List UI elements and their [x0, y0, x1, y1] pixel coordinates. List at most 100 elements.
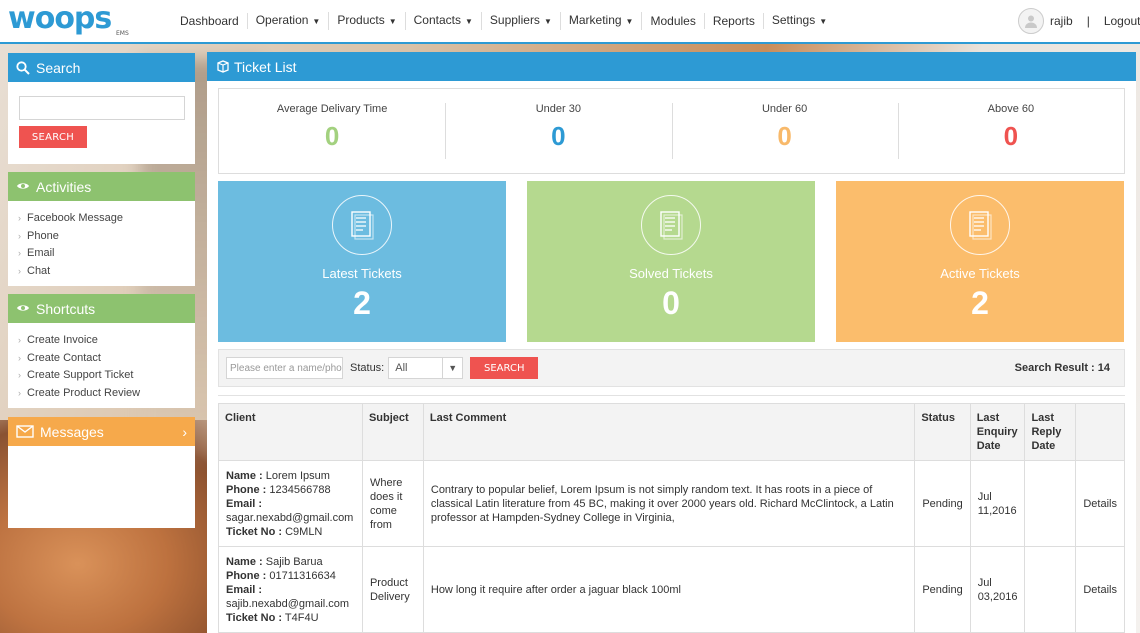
client-phone: 01711316634: [269, 569, 336, 582]
activity-link[interactable]: › Email: [18, 244, 195, 262]
shortcut-label: Create Support Ticket: [27, 369, 134, 382]
main-nav: Dashboard Operation ▼ Products ▼ Contacts ▼…: [172, 0, 835, 42]
caret-down-icon: ▼: [819, 17, 828, 26]
chevron-right-icon: ›: [18, 212, 21, 223]
subject-cell: Where does it come from: [361, 460, 424, 547]
comment-cell: How long it require after order a jaguar…: [422, 546, 916, 633]
shortcuts-panel-title: Shortcuts: [36, 300, 96, 317]
stat-value: 0: [551, 121, 566, 151]
caret-down-icon: ▼: [312, 17, 321, 26]
stat-label: Above 60: [987, 103, 1035, 115]
ticket-list-header: Ticket List: [207, 52, 1136, 81]
col-last-comment[interactable]: Last Comment: [422, 403, 916, 461]
nav-suppliers[interactable]: Suppliers ▼: [482, 12, 561, 30]
shortcut-link[interactable]: › Create Contact: [18, 349, 195, 367]
ticket-list-panel: Ticket List Average Delivary Time 0 Unde…: [207, 52, 1136, 633]
col-status[interactable]: Status: [914, 403, 971, 461]
col-last-enquiry-date[interactable]: Last Enquiry Date: [969, 403, 1026, 461]
field-label: Email :: [226, 497, 263, 510]
col-last-reply-date[interactable]: Last Reply Date: [1024, 403, 1077, 461]
nav-label: Operation: [255, 13, 309, 27]
field-label: Email :: [226, 583, 263, 596]
caret-down-icon: ▼: [543, 17, 552, 26]
field-label: Ticket No :: [226, 611, 283, 624]
activities-list: › Facebook Message › Phone › Email › Chat: [8, 201, 195, 280]
tile-latest-tickets[interactable]: Latest Tickets 2: [218, 181, 506, 342]
stat-under-60: Under 60 0: [671, 89, 898, 173]
nav-label: Modules: [650, 14, 696, 28]
logo-sub: EMS: [116, 30, 129, 37]
nav-products[interactable]: Products ▼: [329, 12, 406, 30]
activity-link[interactable]: › Facebook Message: [18, 209, 195, 227]
tile-label: Latest Tickets: [322, 266, 402, 281]
search-icon: [16, 60, 30, 75]
stat-label: Under 60: [761, 103, 808, 115]
tile-icon-circle: [641, 195, 701, 255]
sidebar-search-button[interactable]: SEARCH: [19, 126, 87, 148]
nav-label: Dashboard: [180, 14, 239, 28]
avatar[interactable]: [1018, 8, 1044, 34]
shortcut-link[interactable]: › Create Support Ticket: [18, 366, 195, 384]
field-label: Name :: [226, 469, 263, 482]
chevron-down-icon: ▼: [442, 358, 462, 378]
username[interactable]: rajib: [1050, 14, 1073, 28]
client-email: sagar.nexabd@gmail.com: [226, 511, 354, 524]
activity-link[interactable]: › Phone: [18, 227, 195, 245]
nav-label: Reports: [712, 14, 755, 28]
chevron-right-icon: ›: [18, 387, 21, 398]
tile-active-tickets[interactable]: Active Tickets 2: [836, 181, 1124, 342]
ticket-filter-bar: Please enter a name/phone Status: All ▼ …: [218, 349, 1125, 387]
nav-contacts[interactable]: Contacts ▼: [406, 12, 482, 30]
logo[interactable]: woops EMS: [8, 4, 134, 38]
tile-solved-tickets[interactable]: Solved Tickets 0: [527, 181, 815, 342]
enquiry-date-cell: Jul 03,2016: [969, 546, 1026, 633]
nav-reports[interactable]: Reports: [705, 13, 764, 29]
status-label: Status:: [350, 362, 385, 374]
ticket-number: T4F4U: [284, 611, 319, 624]
status-select-value: All: [395, 362, 408, 374]
nav-label: Contacts: [413, 13, 461, 27]
details-link[interactable]: Details: [1075, 460, 1125, 547]
col-client[interactable]: Client: [218, 403, 363, 461]
name-phone-search-input[interactable]: Please enter a name/phone: [226, 357, 343, 379]
details-link[interactable]: Details: [1075, 546, 1125, 633]
reply-date-cell: [1024, 546, 1077, 633]
shortcut-label: Create Contact: [27, 351, 101, 364]
document-icon: [969, 211, 992, 240]
chevron-right-icon: ›: [18, 334, 21, 345]
ticket-table: Client Subject Last Comment Status Last …: [218, 403, 1125, 633]
nav-settings[interactable]: Settings ▼: [764, 12, 835, 30]
comment-cell: Contrary to popular belief, Lorem Ipsum …: [422, 460, 916, 547]
eye-icon: [16, 301, 30, 316]
messages-panel-title: Messages: [40, 423, 104, 440]
shortcut-link[interactable]: › Create Invoice: [18, 331, 195, 349]
messages-panel: Messages ›: [8, 417, 195, 528]
nav-operation[interactable]: Operation ▼: [248, 12, 330, 30]
table-row: Name : Sajib Barua Phone : 01711316634 E…: [218, 546, 1125, 633]
activity-link[interactable]: › Chat: [18, 262, 195, 280]
nav-label: Products: [337, 13, 385, 27]
caret-down-icon: ▼: [625, 17, 634, 26]
activity-label: Email: [27, 247, 55, 260]
status-select[interactable]: All ▼: [388, 357, 464, 379]
document-icon: [660, 211, 683, 240]
col-subject[interactable]: Subject: [361, 403, 424, 461]
chevron-right-icon: ›: [18, 352, 21, 363]
sidebar-search-input[interactable]: [19, 96, 185, 120]
logout-link[interactable]: Logout: [1104, 14, 1140, 28]
shortcut-link[interactable]: › Create Product Review: [18, 384, 195, 402]
client-cell: Name : Sajib Barua Phone : 01711316634 E…: [218, 546, 363, 633]
nav-dashboard[interactable]: Dashboard: [172, 13, 248, 29]
messages-panel-header[interactable]: Messages ›: [8, 417, 195, 446]
subject-cell: Product Delivery: [361, 546, 424, 633]
ticket-search-button[interactable]: SEARCH: [470, 357, 539, 379]
client-phone: 1234566788: [269, 483, 331, 496]
caret-down-icon: ▼: [464, 17, 473, 26]
nav-modules[interactable]: Modules: [642, 13, 705, 29]
nav-marketing[interactable]: Marketing ▼: [561, 12, 643, 30]
eye-icon: [16, 179, 30, 194]
shortcuts-panel: Shortcuts › Create Invoice › Create Contac…: [8, 294, 195, 408]
activities-panel-header: Activities: [8, 172, 195, 201]
activity-label: Chat: [27, 264, 51, 277]
stat-value: 0: [324, 121, 340, 151]
